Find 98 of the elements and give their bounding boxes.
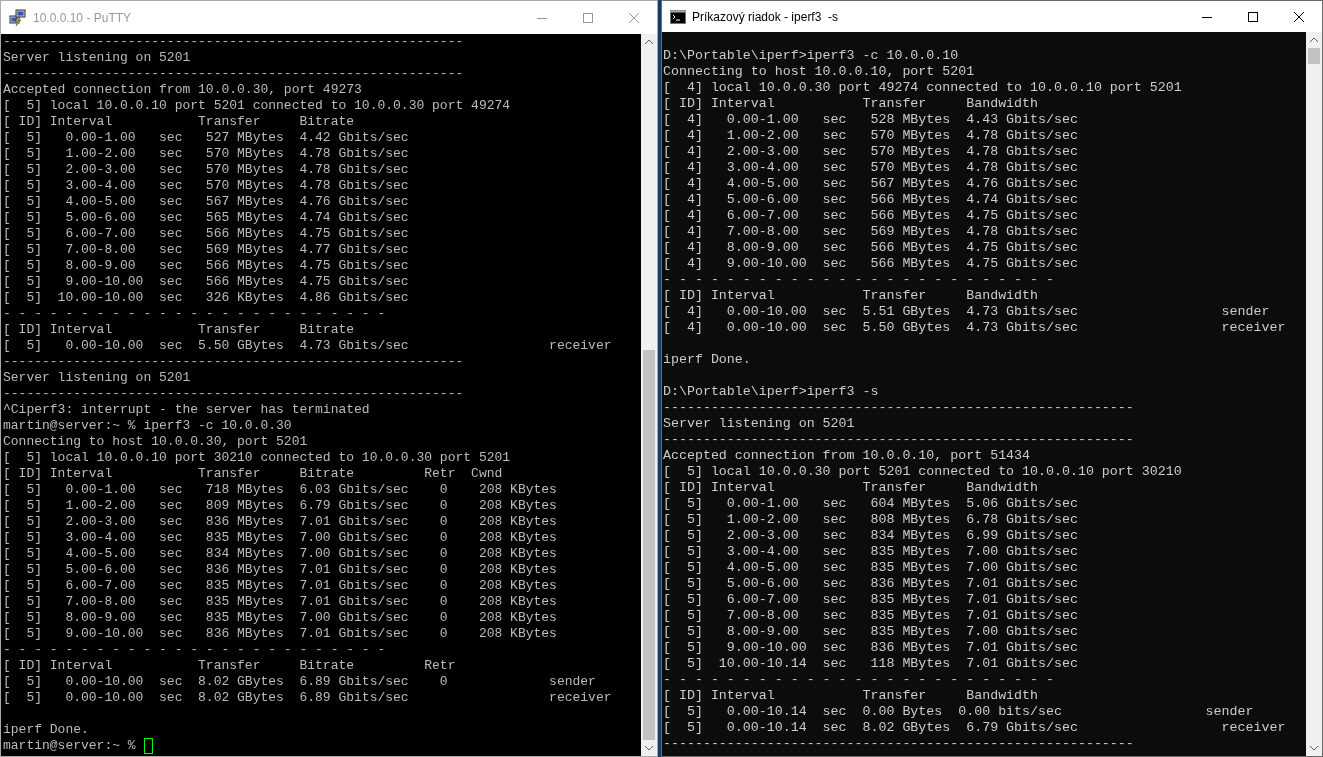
terminal-line: Accepted connection from 10.0.0.10, port 51434: [663, 448, 1032, 464]
terminal-line: [ 5] local 10.0.0.30 port 5201 connected to 10.0.0.10 port 30210: [663, 464, 1183, 480]
terminal-line: [ 4] 0.00-1.00 sec 528 MBytes 4.43 Gbits/sec: [663, 112, 1079, 128]
terminal-line: [ 5] 8.00-9.00 sec 566 MBytes 4.75 Gbits/sec: [3, 258, 410, 274]
terminal-line: [ 5] 3.00-4.00 sec 570 MBytes 4.78 Gbits/sec: [3, 178, 410, 194]
terminal-line: [ 5] local 10.0.0.10 port 5201 connected to 10.0.0.30 port 49274: [3, 98, 512, 114]
terminal-line: [ 5] 10.00-10.14 sec 118 MBytes 7.01 Gbits/sec: [663, 656, 1079, 672]
terminal-line: [ 4] 9.00-10.00 sec 566 MBytes 4.75 Gbits/sec: [663, 256, 1079, 272]
scroll-thumb[interactable]: [1308, 48, 1320, 64]
terminal-line: [ 5] 4.00-5.00 sec 567 MBytes 4.76 Gbits/sec: [3, 194, 410, 210]
terminal-line: [ 5] 0.00-1.00 sec 604 MBytes 5.06 Gbits/sec: [663, 496, 1079, 512]
terminal-line: [ 5] 5.00-6.00 sec 836 MBytes 7.01 Gbits/sec: [663, 576, 1079, 592]
terminal-line: [ 5] 4.00-5.00 sec 834 MBytes 7.00 Gbits/sec 0 208 KBytes: [3, 546, 558, 562]
terminal-line: Server listening on 5201: [663, 416, 856, 432]
maximize-icon: [1248, 11, 1258, 22]
terminal-line: [ ID] Interval Transfer Bandwidth: [663, 480, 1040, 496]
scrollbar[interactable]: [1306, 32, 1322, 756]
terminal-line: [ ID] Interval Transfer Bitrate: [3, 114, 356, 130]
terminal-line: [ 4] 0.00-10.00 sec 5.50 GBytes 4.73 Gbits/sec receiver: [663, 320, 1287, 336]
terminal-line: [ 4] 4.00-5.00 sec 567 MBytes 4.76 Gbits/sec: [663, 176, 1079, 192]
close-icon: [1294, 11, 1304, 22]
terminal-line: [ 5] 0.00-10.00 sec 5.50 GBytes 4.73 Gbits/sec receiver: [3, 338, 613, 354]
terminal-line: iperf Done.: [3, 722, 90, 738]
terminal-line: [ ID] Interval Transfer Bitrate: [3, 322, 356, 338]
terminal-line: Server listening on 5201: [3, 50, 192, 66]
terminal-line: martin@server:~ %: [3, 738, 136, 754]
terminal-line: [ 5] 9.00-10.00 sec 836 MBytes 7.01 Gbits/sec 0 208 KBytes: [3, 626, 558, 642]
terminal-line: [ 5] 2.00-3.00 sec 836 MBytes 7.01 Gbits/sec 0 208 KBytes: [3, 514, 558, 530]
terminal-line: - - - - - - - - - - - - - - - - - - - - - - - - -: [3, 642, 387, 658]
terminal-line: -----------------------------------------------------------: [3, 66, 465, 82]
terminal-line: [ 4] 1.00-2.00 sec 570 MBytes 4.78 Gbits/sec: [663, 128, 1079, 144]
terminal-line: - - - - - - - - - - - - - - - - - - - - - - - - -: [663, 272, 1055, 288]
terminal-line: [ ID] Interval Transfer Bitrate Retr Cwnd: [3, 466, 504, 482]
terminal-line: [ 5] 6.00-7.00 sec 566 MBytes 4.75 Gbits/sec: [3, 226, 410, 242]
terminal-line: [ 5] 6.00-7.00 sec 835 MBytes 7.01 Gbits/sec 0 208 KBytes: [3, 578, 558, 594]
terminal-line: Connecting to host 10.0.0.30, port 5201: [3, 434, 309, 450]
terminal-line: -----------------------------------------------------------: [663, 400, 1135, 416]
terminal-line: - - - - - - - - - - - - - - - - - - - - - - - - -: [663, 672, 1055, 688]
terminal-line: [ 5] 3.00-4.00 sec 835 MBytes 7.00 Gbits/sec: [663, 544, 1079, 560]
terminal-line: [ 5] 1.00-2.00 sec 570 MBytes 4.78 Gbits/sec: [3, 146, 410, 162]
terminal-line: [ ID] Interval Transfer Bitrate Retr: [3, 658, 457, 674]
terminal-line: [ 5] 2.00-3.00 sec 570 MBytes 4.78 Gbits/sec: [3, 162, 410, 178]
terminal-line: - - - - - - - - - - - - - - - - - - - - - - - - -: [3, 306, 387, 322]
terminal-line: -----------------------------------------------------------: [3, 354, 465, 370]
terminal-line: [ 4] 8.00-9.00 sec 566 MBytes 4.75 Gbits/sec: [663, 240, 1079, 256]
terminal-line: ^Ciperf3: interrupt - the server has terminated: [3, 402, 371, 418]
terminal-line: [ 5] 2.00-3.00 sec 834 MBytes 6.99 Gbits/sec: [663, 528, 1079, 544]
terminal-line: [ ID] Interval Transfer Bandwidth: [663, 96, 1040, 112]
terminal-line: [ 5] 0.00-10.14 sec 0.00 Bytes 0.00 bits/sec sender: [663, 704, 1255, 720]
terminal-line: -----------------------------------------------------------: [663, 432, 1135, 448]
terminal-line: [ 5] 3.00-4.00 sec 835 MBytes 7.00 Gbits/sec 0 208 KBytes: [3, 530, 558, 546]
scrollbar[interactable]: [641, 34, 657, 756]
terminal-line: [ 4] 2.00-3.00 sec 570 MBytes 4.78 Gbits/sec: [663, 144, 1079, 160]
scroll-thumb[interactable]: [643, 350, 655, 740]
terminal-line: [ 5] 5.00-6.00 sec 836 MBytes 7.01 Gbits/sec 0 208 KBytes: [3, 562, 558, 578]
terminal-line: [ 4] local 10.0.0.30 port 49274 connected to 10.0.0.10 port 5201: [663, 80, 1183, 96]
terminal-line: [ 5] 1.00-2.00 sec 809 MBytes 6.79 Gbits/sec 0 208 KBytes: [3, 498, 558, 514]
terminal-line: [ 5] 10.00-10.00 sec 326 KBytes 4.86 Gbits/sec: [3, 290, 410, 306]
window-title: 10.0.0.10 - PuTTY: [33, 9, 132, 27]
terminal-line: [ ID] Interval Transfer Bandwidth: [663, 288, 1040, 304]
computer-icon: [9, 8, 27, 27]
terminal-line: [ 5] 9.00-10.00 sec 566 MBytes 4.75 Gbits/sec: [3, 274, 410, 290]
terminal-line: [ 5] 0.00-10.00 sec 8.02 GBytes 6.89 Gbits/sec 0 sender: [3, 674, 597, 690]
terminal-line: [ 5] 0.00-10.14 sec 8.02 GBytes 6.79 Gbits/sec receiver: [663, 720, 1287, 736]
terminal-line: -----------------------------------------------------------: [3, 34, 465, 50]
terminal-line: [ 5] 4.00-5.00 sec 835 MBytes 7.00 Gbits/sec: [663, 560, 1079, 576]
terminal-line: [ 5] 1.00-2.00 sec 808 MBytes 6.78 Gbits/sec: [663, 512, 1079, 528]
terminal-line: [ 5] 7.00-8.00 sec 569 MBytes 4.77 Gbits/sec: [3, 242, 410, 258]
maximize-icon: [583, 12, 593, 23]
terminal-line: [ 5] local 10.0.0.10 port 30210 connected to 10.0.0.30 port 5201: [3, 450, 512, 466]
terminal-line: [ 4] 5.00-6.00 sec 566 MBytes 4.74 Gbits/sec: [663, 192, 1079, 208]
terminal-line: Connecting to host 10.0.0.10, port 5201: [663, 64, 976, 80]
terminal-line: [ 5] 6.00-7.00 sec 835 MBytes 7.01 Gbits/sec: [663, 592, 1079, 608]
terminal-line: [ 5] 8.00-9.00 sec 835 MBytes 7.00 Gbits/sec 0 208 KBytes: [3, 610, 558, 626]
terminal-line: [ 4] 6.00-7.00 sec 566 MBytes 4.75 Gbits/sec: [663, 208, 1079, 224]
terminal-line: [ 5] 0.00-1.00 sec 718 MBytes 6.03 Gbits/sec 0 208 KBytes: [3, 482, 558, 498]
terminal-line: iperf Done.: [663, 352, 752, 368]
window-title: Príkazový riadok - iperf3 -s: [692, 8, 839, 26]
terminal-line: [ 4] 0.00-10.00 sec 5.51 GBytes 4.73 Gbits/sec sender: [663, 304, 1271, 320]
terminal-line: D:\Portable\iperf>iperf3 -c 10.0.0.10: [663, 48, 960, 64]
terminal-line: D:\Portable\iperf>iperf3 -s: [663, 384, 880, 400]
terminal-line: [ 5] 0.00-10.00 sec 8.02 GBytes 6.89 Gbits/sec receiver: [3, 690, 613, 706]
terminal-line: [ 5] 7.00-8.00 sec 835 MBytes 7.01 Gbits/sec: [663, 608, 1079, 624]
terminal-line: Server listening on 5201: [3, 370, 192, 386]
terminal-line: martin@server:~ % iperf3 -c 10.0.0.30: [3, 418, 293, 434]
terminal-line: -----------------------------------------------------------: [3, 386, 465, 402]
terminal-line: [ 5] 7.00-8.00 sec 835 MBytes 7.01 Gbits/sec 0 208 KBytes: [3, 594, 558, 610]
close-icon: [629, 12, 639, 23]
terminal-line: [ 4] 3.00-4.00 sec 570 MBytes 4.78 Gbits/sec: [663, 160, 1079, 176]
terminal-line: [ 4] 7.00-8.00 sec 569 MBytes 4.78 Gbits/sec: [663, 224, 1079, 240]
console-icon: [670, 9, 686, 24]
terminal-line: Accepted connection from 10.0.0.30, port 49273: [3, 82, 363, 98]
terminal-line: [ 5] 0.00-1.00 sec 527 MBytes 4.42 Gbits/sec: [3, 130, 410, 146]
terminal-line: [ ID] Interval Transfer Bandwidth: [663, 688, 1040, 704]
terminal-line: [ 5] 5.00-6.00 sec 565 MBytes 4.74 Gbits/sec: [3, 210, 410, 226]
terminal-line: [ 5] 8.00-9.00 sec 835 MBytes 7.00 Gbits/sec: [663, 624, 1079, 640]
terminal-line: [ 5] 9.00-10.00 sec 836 MBytes 7.01 Gbits/sec: [663, 640, 1079, 656]
terminal-line: -----------------------------------------------------------: [663, 736, 1135, 752]
